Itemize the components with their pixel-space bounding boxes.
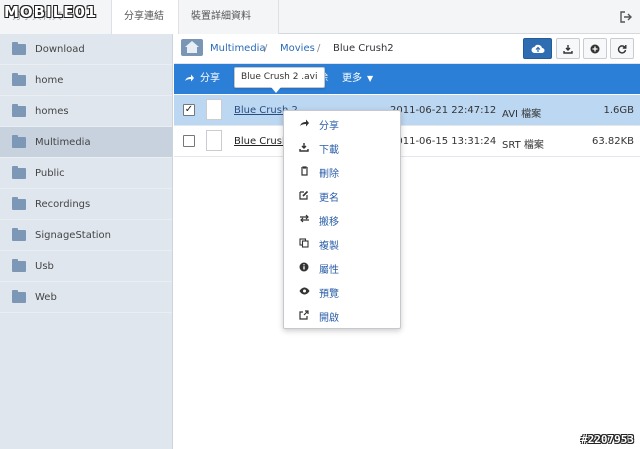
menu-item-label: 複製 bbox=[319, 240, 339, 252]
download-button[interactable] bbox=[556, 38, 580, 59]
info-icon bbox=[298, 262, 310, 275]
sidebar-item-label: home bbox=[35, 74, 64, 86]
folder-icon bbox=[12, 196, 26, 210]
sidebar-item-label: Usb bbox=[35, 260, 54, 272]
menu-item-label: 刪除 bbox=[319, 168, 339, 180]
sidebar-item-multimedia[interactable]: Multimedia bbox=[0, 127, 172, 158]
file-date: 2011-06-15 13:31:24 bbox=[390, 136, 497, 147]
home-icon[interactable] bbox=[181, 39, 203, 56]
share-label: 分享 bbox=[200, 73, 220, 84]
top-tab-bar: 分享資料夾 分享連結 裝置詳細資料 MOBILE01 bbox=[0, 0, 640, 34]
menu-item-delete[interactable]: 刪除 bbox=[284, 160, 400, 184]
sidebar-item-public[interactable]: Public bbox=[0, 158, 172, 189]
plus-circle-icon bbox=[590, 44, 600, 54]
edit-icon bbox=[298, 190, 310, 203]
sidebar-item-label: Recordings bbox=[35, 198, 91, 210]
share-icon bbox=[185, 74, 194, 82]
row-checkbox[interactable]: ✓ bbox=[183, 104, 195, 116]
file-row[interactable]: Blue Crush 2011-06-15 13:31:24 SRT 檔案 63… bbox=[174, 126, 640, 157]
menu-item-download[interactable]: 下載 bbox=[284, 136, 400, 160]
file-size: 1.6GB bbox=[603, 105, 634, 116]
more-label: 更多 bbox=[342, 73, 362, 84]
menu-item-open[interactable]: 開啟 bbox=[284, 304, 400, 328]
file-icon bbox=[206, 99, 222, 120]
watermark-logo: MOBILE01 bbox=[4, 3, 98, 21]
folder-icon bbox=[12, 165, 26, 179]
sidebar-item-signagestation[interactable]: SignageStation bbox=[0, 220, 172, 251]
file-date: 2011-06-21 22:47:12 bbox=[390, 105, 497, 116]
tab-label: 裝置詳細資料 bbox=[191, 11, 251, 22]
file-type: AVI 檔案 bbox=[502, 109, 542, 120]
menu-item-label: 搬移 bbox=[319, 216, 339, 228]
breadcrumb-current: Blue Crush2 bbox=[333, 43, 394, 54]
menu-item-label: 開啟 bbox=[319, 312, 339, 324]
sidebar-item-home[interactable]: home bbox=[0, 65, 172, 96]
refresh-button[interactable] bbox=[610, 38, 634, 59]
caret-down-icon: ▼ bbox=[367, 74, 374, 83]
eye-icon bbox=[298, 287, 310, 298]
sidebar-item-homes[interactable]: homes bbox=[0, 96, 172, 127]
move-icon bbox=[298, 214, 310, 226]
file-row[interactable]: ✓ Blue Crush 2 2011-06-21 22:47:12 AVI 檔… bbox=[174, 95, 640, 126]
breadcrumb-multimedia[interactable]: Multimedia bbox=[210, 43, 266, 54]
folder-icon bbox=[12, 103, 26, 117]
menu-item-share[interactable]: 分享 bbox=[284, 112, 400, 136]
cloud-upload-icon bbox=[531, 44, 544, 53]
share-icon bbox=[298, 118, 310, 130]
menu-item-label: 下載 bbox=[319, 144, 339, 156]
file-icon bbox=[206, 130, 222, 151]
breadcrumb-separator: / bbox=[317, 43, 321, 54]
folder-icon bbox=[12, 227, 26, 241]
row-checkbox[interactable] bbox=[183, 135, 195, 147]
folder-icon bbox=[12, 72, 26, 86]
tab-device-details[interactable]: 裝置詳細資料 bbox=[179, 0, 279, 34]
sidebar-item-label: Multimedia bbox=[35, 136, 91, 148]
sidebar-item-label: Download bbox=[35, 43, 85, 55]
sidebar-item-usb[interactable]: Usb bbox=[0, 251, 172, 282]
sidebar-item-label: Web bbox=[35, 291, 57, 303]
file-type: SRT 檔案 bbox=[502, 140, 544, 151]
copy-icon bbox=[298, 237, 310, 251]
folder-icon bbox=[12, 289, 26, 303]
upload-button[interactable] bbox=[523, 38, 552, 59]
share-action[interactable]: 分享 bbox=[184, 64, 220, 94]
breadcrumb-movies[interactable]: Movies bbox=[280, 43, 315, 54]
sidebar-item-download[interactable]: Download bbox=[0, 34, 172, 65]
file-name[interactable]: Blue Crush bbox=[234, 136, 288, 147]
menu-item-rename[interactable]: 更名 bbox=[284, 184, 400, 208]
watermark-id: #2207953 bbox=[581, 433, 634, 446]
menu-item-copy[interactable]: 複製 bbox=[284, 232, 400, 256]
download-icon bbox=[563, 45, 573, 54]
folder-icon bbox=[12, 258, 26, 272]
sidebar-item-recordings[interactable]: Recordings bbox=[0, 189, 172, 220]
folder-icon bbox=[12, 41, 26, 55]
menu-item-label: 更名 bbox=[319, 192, 339, 204]
external-link-icon bbox=[298, 309, 310, 323]
tab-share-links[interactable]: 分享連結 bbox=[112, 0, 179, 34]
more-action[interactable]: 更多 ▼ bbox=[342, 64, 373, 94]
new-folder-button[interactable] bbox=[583, 38, 607, 59]
logout-icon[interactable] bbox=[620, 11, 632, 23]
filename-tooltip: Blue Crush 2 .avi bbox=[234, 67, 325, 93]
trash-icon bbox=[298, 165, 310, 179]
menu-item-properties[interactable]: 屬性 bbox=[284, 256, 400, 280]
sidebar-item-label: homes bbox=[35, 105, 69, 117]
sidebar-item-label: SignageStation bbox=[35, 229, 111, 241]
context-menu: 分享 下載 刪除 更名 搬移 複製 屬性 預覽 開啟 bbox=[283, 110, 401, 329]
refresh-icon bbox=[617, 45, 627, 54]
menu-item-label: 預覽 bbox=[319, 288, 339, 300]
download-icon bbox=[298, 142, 310, 155]
menu-item-preview[interactable]: 預覽 bbox=[284, 280, 400, 304]
sidebar: Download home homes Multimedia Public Re… bbox=[0, 34, 173, 449]
menu-item-label: 分享 bbox=[319, 120, 339, 132]
sidebar-item-web[interactable]: Web bbox=[0, 282, 172, 313]
breadcrumb-separator: / bbox=[264, 43, 268, 54]
folder-icon bbox=[12, 134, 26, 148]
tab-label: 分享連結 bbox=[124, 11, 164, 22]
file-size: 63.82KB bbox=[591, 136, 634, 147]
menu-item-move[interactable]: 搬移 bbox=[284, 208, 400, 232]
breadcrumb: Multimedia / Movies / Blue Crush2 bbox=[174, 34, 640, 64]
menu-item-label: 屬性 bbox=[319, 264, 339, 276]
sidebar-item-label: Public bbox=[35, 167, 65, 179]
